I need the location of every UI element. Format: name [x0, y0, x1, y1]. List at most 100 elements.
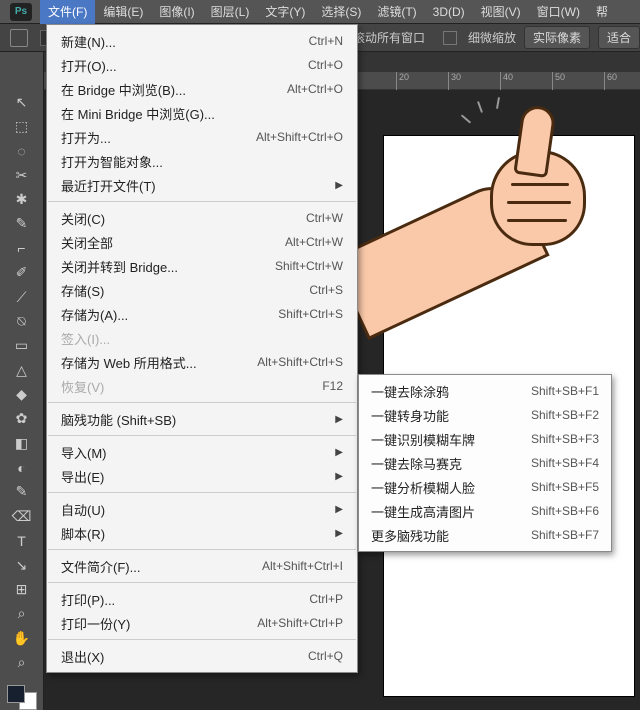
- menu-item[interactable]: 打印(P)...Ctrl+P: [47, 587, 357, 611]
- menu-item[interactable]: 打开为...Alt+Shift+Ctrl+O: [47, 125, 357, 149]
- ruler-tick: 60: [604, 72, 617, 90]
- menu-item[interactable]: 脚本(R) ▶: [47, 521, 357, 545]
- menu-item[interactable]: 在 Mini Bridge 中浏览(G)...: [47, 101, 357, 125]
- menu-item[interactable]: 最近打开文件(T)▶: [47, 173, 357, 197]
- tool-button[interactable]: ⟋: [10, 287, 34, 307]
- tool-button[interactable]: ◌: [10, 141, 34, 161]
- thin-zoom-label: 细微缩放: [468, 29, 516, 46]
- tool-button[interactable]: ◐: [10, 457, 34, 477]
- menu-item[interactable]: 退出(X)Ctrl+Q: [47, 644, 357, 668]
- tool-button[interactable]: ✂: [10, 165, 34, 185]
- menu-item[interactable]: 导出(E)▶: [47, 464, 357, 488]
- menu-滤镜(T)[interactable]: 滤镜(T): [369, 0, 424, 24]
- submenu-item[interactable]: 一键转身功能Shift+SB+F2: [359, 403, 611, 427]
- submenu-item-shortcut: Shift+SB+F5: [531, 480, 599, 494]
- menu-item-label: 脚本(R): [61, 524, 329, 543]
- menu-item-label: 存储(S): [61, 281, 309, 300]
- color-swatch[interactable]: [7, 685, 37, 710]
- tool-button[interactable]: ⌐: [10, 238, 34, 258]
- menu-item[interactable]: 关闭(C)Ctrl+W: [47, 206, 357, 230]
- menu-文件(F)[interactable]: 文件(F): [40, 0, 95, 24]
- menu-item-shortcut: Ctrl+Q: [308, 649, 343, 663]
- menu-帮[interactable]: 帮: [588, 0, 616, 24]
- menu-item-shortcut: Shift+Ctrl+S: [278, 307, 343, 321]
- tool-button[interactable]: ▭: [10, 336, 34, 356]
- menu-item-shortcut: Ctrl+W: [306, 211, 343, 225]
- tool-button[interactable]: ✱: [10, 189, 34, 209]
- fit-screen-button[interactable]: 适合: [598, 26, 640, 49]
- menu-item-shortcut: Ctrl+S: [309, 283, 343, 297]
- menu-3D(D)[interactable]: 3D(D): [425, 0, 473, 24]
- submenu-item[interactable]: 一键分析模糊人脸Shift+SB+F5: [359, 475, 611, 499]
- menubar: Ps 文件(F)编辑(E)图像(I)图层(L)文字(Y)选择(S)滤镜(T)3D…: [0, 0, 640, 24]
- menu-item-label: 新建(N)...: [61, 32, 309, 51]
- thin-zoom-checkbox[interactable]: [443, 31, 457, 45]
- tool-button[interactable]: ◧: [10, 433, 34, 453]
- tool-button[interactable]: ⊞: [10, 579, 34, 599]
- menu-item[interactable]: 打开(O)...Ctrl+O: [47, 53, 357, 77]
- menu-item[interactable]: 打印一份(Y)Alt+Shift+Ctrl+P: [47, 611, 357, 635]
- actual-pixels-button[interactable]: 实际像素: [524, 26, 590, 49]
- file-menu: 新建(N)...Ctrl+N打开(O)...Ctrl+O在 Bridge 中浏览…: [46, 24, 358, 673]
- ruler-tick: 50: [552, 72, 565, 90]
- submenu-item-shortcut: Shift+SB+F4: [531, 456, 599, 470]
- tool-button[interactable]: ⬚: [10, 116, 34, 136]
- submenu-item-shortcut: Shift+SB+F7: [531, 528, 599, 542]
- tool-button[interactable]: ⌕: [10, 604, 34, 624]
- tool-button[interactable]: ↘: [10, 555, 34, 575]
- menu-item: 签入(I)...: [47, 326, 357, 350]
- menu-item-label: 关闭全部: [61, 233, 285, 252]
- scroll-all-label: 滚动所有窗口: [353, 29, 425, 46]
- menu-图层(L)[interactable]: 图层(L): [203, 0, 258, 24]
- tool-button[interactable]: ↖: [10, 92, 34, 112]
- tool-button[interactable]: ⌕: [10, 652, 34, 672]
- menu-item[interactable]: 文件简介(F)...Alt+Shift+Ctrl+I: [47, 554, 357, 578]
- menu-item-label: 文件简介(F)...: [61, 557, 262, 576]
- menu-item[interactable]: 存储为(A)...Shift+Ctrl+S: [47, 302, 357, 326]
- tool-button[interactable]: ✐: [10, 263, 34, 283]
- menu-item[interactable]: 打开为智能对象...: [47, 149, 357, 173]
- submenu-item[interactable]: 一键生成高清图片Shift+SB+F6: [359, 499, 611, 523]
- tool-button[interactable]: ✋: [10, 628, 34, 648]
- submenu-item-label: 一键分析模糊人脸: [371, 478, 531, 497]
- tool-button[interactable]: △: [10, 360, 34, 380]
- menu-separator: [48, 201, 356, 202]
- menu-item-label: 打开(O)...: [61, 56, 308, 75]
- menu-文字(Y)[interactable]: 文字(Y): [257, 0, 313, 24]
- tool-button[interactable]: ◆: [10, 384, 34, 404]
- submenu-arrow-icon: ▶: [335, 180, 343, 191]
- menu-item[interactable]: 在 Bridge 中浏览(B)...Alt+Ctrl+O: [47, 77, 357, 101]
- tool-preset-icon[interactable]: [10, 29, 28, 47]
- menu-item-label: 导出(E): [61, 467, 329, 486]
- tool-button[interactable]: ✎: [10, 214, 34, 234]
- menu-item[interactable]: 关闭全部Alt+Ctrl+W: [47, 230, 357, 254]
- menu-选择(S)[interactable]: 选择(S): [313, 0, 369, 24]
- menu-item[interactable]: 关闭并转到 Bridge...Shift+Ctrl+W: [47, 254, 357, 278]
- menu-item[interactable]: 导入(M)▶: [47, 440, 357, 464]
- submenu-item[interactable]: 一键去除涂鸦Shift+SB+F1: [359, 379, 611, 403]
- menu-item[interactable]: 脑残功能 (Shift+SB)▶: [47, 407, 357, 431]
- menu-视图(V)[interactable]: 视图(V): [473, 0, 529, 24]
- submenu-item[interactable]: 一键识别模糊车牌Shift+SB+F3: [359, 427, 611, 451]
- submenu-item[interactable]: 更多脑残功能Shift+SB+F7: [359, 523, 611, 547]
- menu-编辑(E)[interactable]: 编辑(E): [95, 0, 151, 24]
- tool-button[interactable]: T: [10, 530, 34, 550]
- tool-button[interactable]: ⌫: [10, 506, 34, 526]
- menu-item: 恢复(V)F12: [47, 374, 357, 398]
- tool-button[interactable]: ✿: [10, 409, 34, 429]
- menu-窗口(W)[interactable]: 窗口(W): [529, 0, 588, 24]
- menu-item[interactable]: 存储为 Web 所用格式...Alt+Shift+Ctrl+S: [47, 350, 357, 374]
- submenu-arrow-icon: ▶: [335, 528, 343, 539]
- menu-separator: [48, 492, 356, 493]
- menu-item-label: 退出(X): [61, 647, 308, 666]
- thumbs-up-illustration: [360, 120, 600, 320]
- menu-item[interactable]: 自动(U)▶: [47, 497, 357, 521]
- tool-button[interactable]: ✎: [10, 482, 34, 502]
- submenu-item[interactable]: 一键去除马赛克Shift+SB+F4: [359, 451, 611, 475]
- menu-item[interactable]: 存储(S)Ctrl+S: [47, 278, 357, 302]
- menu-图像(I)[interactable]: 图像(I): [151, 0, 202, 24]
- ps-logo: Ps: [10, 3, 32, 21]
- menu-item[interactable]: 新建(N)...Ctrl+N: [47, 29, 357, 53]
- menu-item-label: 关闭(C): [61, 209, 306, 228]
- tool-button[interactable]: ⍉: [10, 311, 34, 331]
